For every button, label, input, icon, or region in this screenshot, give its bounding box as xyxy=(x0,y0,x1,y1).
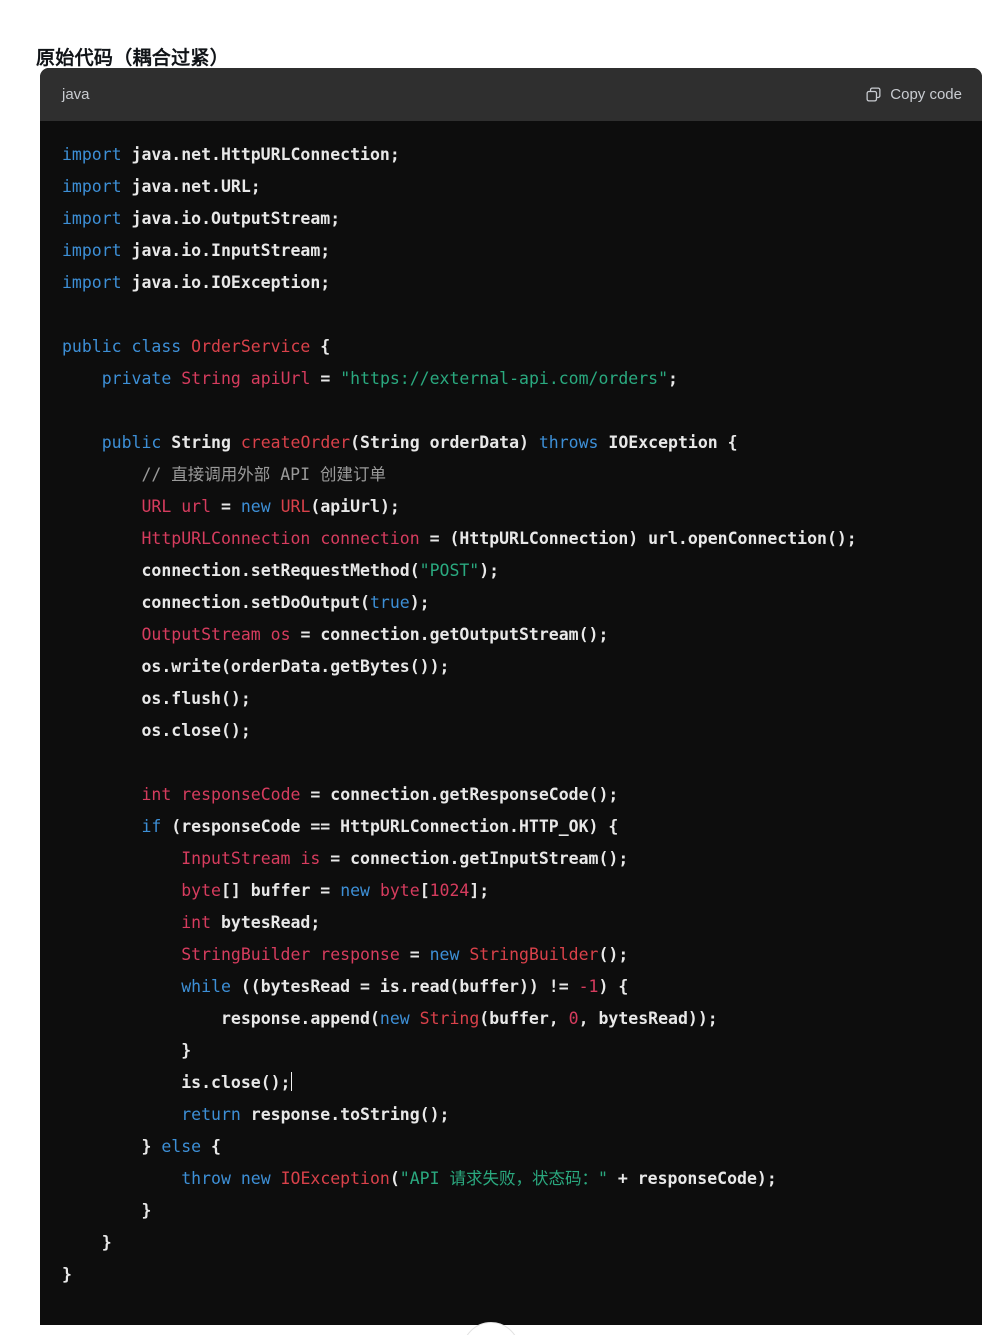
copy-code-label: Copy code xyxy=(890,86,962,103)
code-content[interactable]: import java.net.HttpURLConnection; impor… xyxy=(40,139,982,1291)
code-block-body[interactable]: import java.net.HttpURLConnection; impor… xyxy=(40,121,982,1325)
copy-code-button[interactable]: Copy code xyxy=(863,82,964,107)
code-block-header: java Copy code xyxy=(40,68,982,121)
copy-icon xyxy=(865,86,882,103)
code-language-label: java xyxy=(62,86,90,103)
page-root: 原始代码（耦合过紧） java Copy code import java.ne… xyxy=(0,0,1003,1335)
code-block: java Copy code import java.net.HttpURLCo… xyxy=(40,68,982,1325)
text-cursor xyxy=(290,1072,292,1091)
page-title: 原始代码（耦合过紧） xyxy=(36,47,230,69)
